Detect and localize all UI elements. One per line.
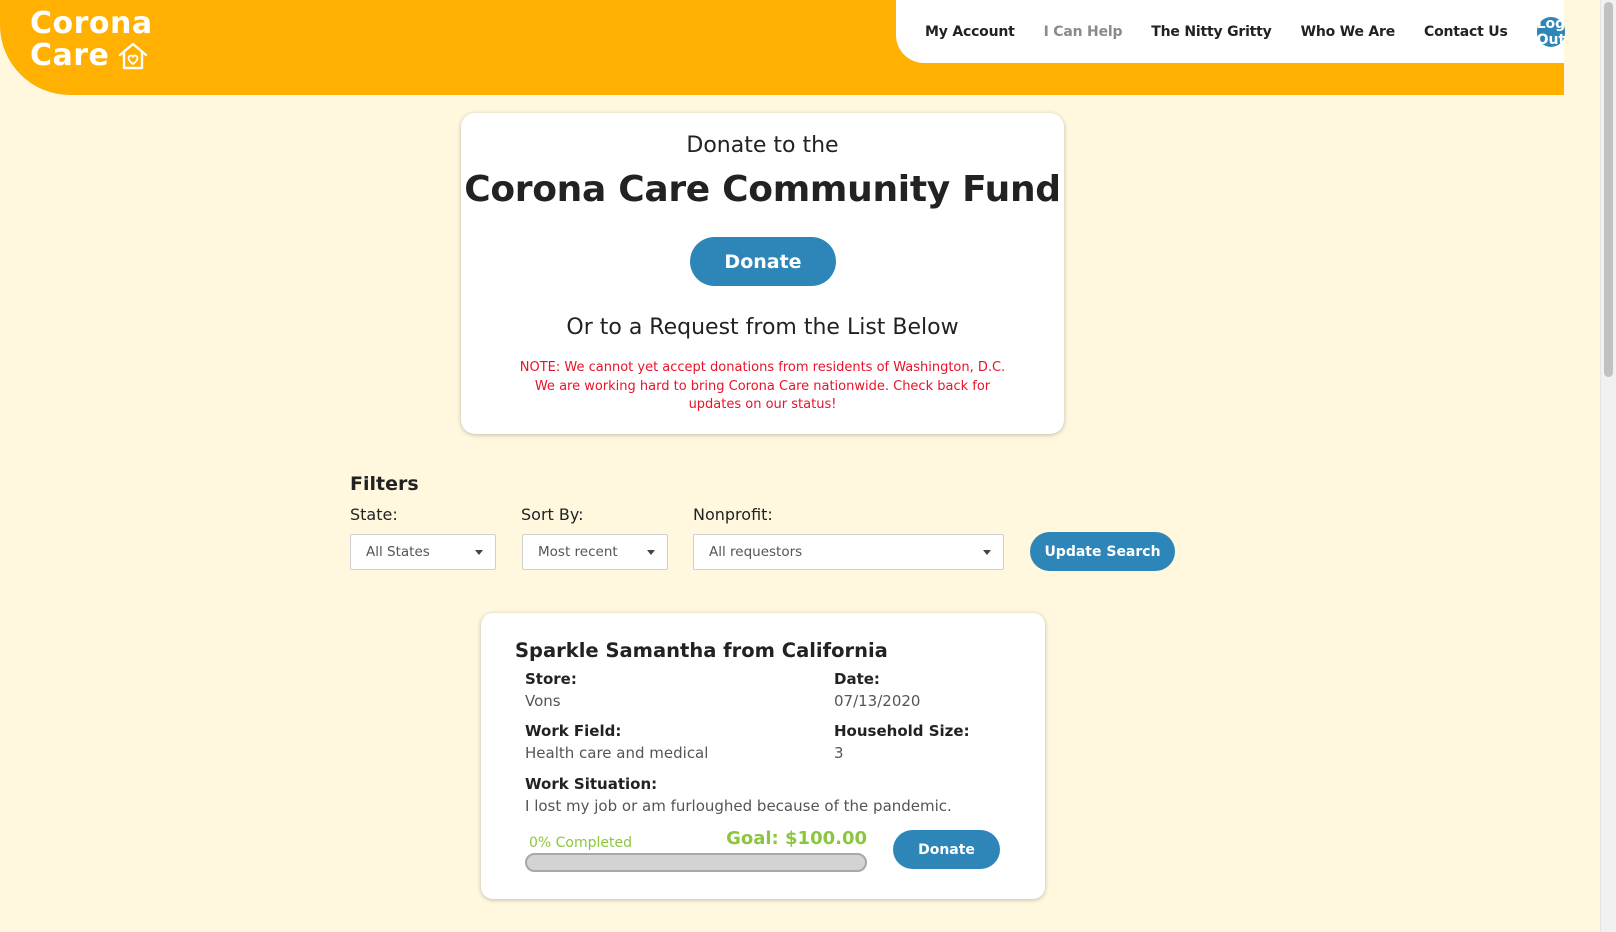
caret-down-icon [647,550,655,555]
progress-label: 0% Completed [529,835,633,851]
community-fund-card: Donate to the Corona Care Community Fund… [461,113,1064,434]
work-field-label: Work Field: [525,722,622,740]
logout-button[interactable]: Log Out [1536,16,1566,48]
sort-select[interactable]: Most recent [522,534,668,570]
request-title: Sparkle Samantha from California [515,639,888,662]
main-nav: My Account I Can Help The Nitty Gritty W… [896,0,1566,63]
state-select[interactable]: All States [350,534,496,570]
request-donate-button[interactable]: Donate [893,830,1000,869]
sort-select-value: Most recent [538,544,618,560]
nav-nitty-gritty[interactable]: The Nitty Gritty [1151,24,1271,40]
store-value: Vons [525,692,561,710]
work-field-value: Health care and medical [525,744,709,762]
fund-donate-button[interactable]: Donate [690,237,836,286]
nav-who-we-are[interactable]: Who We Are [1301,24,1396,40]
nav-my-account[interactable]: My Account [925,24,1015,40]
fund-subtitle: Donate to the [686,133,839,158]
fund-or-text: Or to a Request from the List Below [566,315,959,340]
caret-down-icon [475,550,483,555]
site-header: Corona Care My Account I Can Help The Ni… [0,0,1566,95]
household-size-value: 3 [834,744,844,762]
nonprofit-label: Nonprofit: [693,505,773,524]
logo-text-line1: Corona [30,6,153,41]
state-select-value: All States [366,544,430,560]
date-value: 07/13/2020 [834,692,921,710]
scrollbar-thumb[interactable] [1604,2,1613,377]
logo-text-line2: Care [30,38,110,73]
work-situation-value: I lost my job or am furloughed because o… [525,797,952,815]
state-label: State: [350,505,398,524]
work-situation-label: Work Situation: [525,775,658,793]
date-label: Date: [834,670,880,688]
logo[interactable]: Corona Care [30,8,153,72]
progress-bar [525,853,867,872]
goal-amount: Goal: $100.00 [726,828,867,849]
nav-i-can-help[interactable]: I Can Help [1044,24,1123,40]
update-search-button[interactable]: Update Search [1030,532,1175,571]
filters-title: Filters [350,473,419,495]
house-heart-icon [119,42,148,70]
fund-note: NOTE: We cannot yet accept donations fro… [519,360,1006,412]
sort-label: Sort By: [521,505,584,524]
page-scrollbar[interactable] [1600,0,1616,932]
nav-contact-us[interactable]: Contact Us [1424,24,1508,40]
request-card: Sparkle Samantha from California Store: … [481,613,1045,899]
caret-down-icon [983,550,991,555]
household-size-label: Household Size: [834,722,970,740]
store-label: Store: [525,670,577,688]
fund-title: Corona Care Community Fund [464,169,1061,210]
nonprofit-select[interactable]: All requestors [693,534,1004,570]
nonprofit-select-value: All requestors [709,544,803,560]
